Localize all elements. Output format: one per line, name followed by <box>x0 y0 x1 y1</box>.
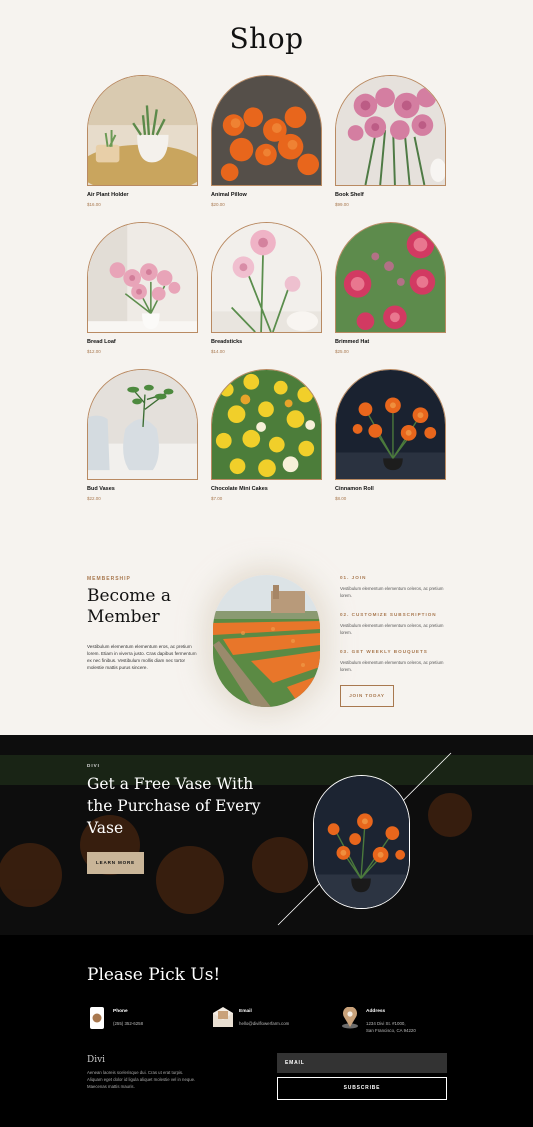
product-card-brimmed-hat[interactable]: Brimmed Hat $25.00 <box>335 222 446 354</box>
product-name[interactable]: Bud Vases <box>87 486 198 492</box>
membership-section: MEMBERSHIP Become a Member Vestibulum el… <box>0 540 533 735</box>
product-price: $20.00 <box>211 202 225 207</box>
subscribe-button[interactable]: SUBSCRIBE <box>277 1077 447 1100</box>
phone-icon <box>90 1007 104 1029</box>
membership-step-2: 02. CUSTOMIZE SUBSCRIPTION Vestibulum el… <box>340 612 450 636</box>
contact-label: Email <box>239 1009 252 1014</box>
footer-body: Aenean laoreis scelerisque dui. Cras ut … <box>87 1070 196 1089</box>
product-price: $8.00 <box>335 496 347 501</box>
step-body: Vestibulum elementum elementum celeros, … <box>340 660 444 672</box>
product-card-cinnamon-roll[interactable]: Cinnamon Roll $8.00 <box>335 369 446 501</box>
membership-title: Become a Member <box>87 586 172 627</box>
learn-more-button[interactable]: LEARN MORE <box>87 852 144 874</box>
address-line-1: 1234 Divi St. #1000, <box>366 1021 406 1026</box>
membership-step-1: 01. JOIN Vestibulum elementum elementum … <box>340 575 450 599</box>
product-name[interactable]: Cinnamon Roll <box>335 486 446 492</box>
free-vase-promo: DIVI Get a Free Vase With the Purchase o… <box>0 735 533 935</box>
join-today-button[interactable]: JOIN TODAY <box>340 685 394 707</box>
product-price: $12.00 <box>87 349 101 354</box>
product-image[interactable] <box>87 75 198 186</box>
product-image[interactable] <box>335 75 446 186</box>
product-name[interactable]: Bread Loaf <box>87 339 198 345</box>
product-name[interactable]: Breadsticks <box>211 339 322 345</box>
contact-value: 1234 Divi St. #1000, San Francisco, CA 9… <box>366 1020 416 1034</box>
product-price: $99.00 <box>335 202 349 207</box>
product-name[interactable]: Animal Pillow <box>211 192 322 198</box>
envelope-icon <box>213 1007 233 1027</box>
contact-footer: Please Pick Us! Phone (255) 352-6258 Ema… <box>0 935 533 1127</box>
product-card-bud-vases[interactable]: Bud Vases $22.00 <box>87 369 198 501</box>
product-card-book-shelf[interactable]: Book Shelf $99.00 <box>335 75 446 207</box>
product-price: $25.00 <box>335 349 349 354</box>
step-title: 03. GET WEEKLY BOUQUETS <box>340 649 428 654</box>
contact-title: Please Pick Us! <box>87 965 221 985</box>
product-name[interactable]: Book Shelf <box>335 192 446 198</box>
product-card-chocolate-mini-cakes[interactable]: Chocolate Mini Cakes $7.00 <box>211 369 322 501</box>
product-name[interactable]: Chocolate Mini Cakes <box>211 486 322 492</box>
product-card-bread-loaf[interactable]: Bread Loaf $12.00 <box>87 222 198 354</box>
step-title: 01. JOIN <box>340 575 367 580</box>
product-card-breadsticks[interactable]: Breadsticks $14.00 <box>211 222 322 354</box>
membership-eyebrow: MEMBERSHIP <box>87 576 131 582</box>
contact-label: Phone <box>113 1009 128 1014</box>
product-image[interactable] <box>87 222 198 333</box>
product-name[interactable]: Air Plant Holder <box>87 192 198 198</box>
vase-bouquet-image <box>313 775 410 909</box>
product-card-air-plant-holder[interactable]: Air Plant Holder $16.00 <box>87 75 198 207</box>
contact-label: Address <box>366 1009 386 1014</box>
flower-field-image <box>213 575 320 707</box>
product-image[interactable] <box>87 369 198 480</box>
product-price: $16.00 <box>87 202 101 207</box>
product-image[interactable] <box>335 369 446 480</box>
footer-brand: Divi <box>87 1055 106 1065</box>
product-name[interactable]: Brimmed Hat <box>335 339 446 345</box>
product-image[interactable] <box>211 369 322 480</box>
product-image[interactable] <box>211 222 322 333</box>
step-title: 02. CUSTOMIZE SUBSCRIPTION <box>340 612 437 617</box>
product-image[interactable] <box>211 75 322 186</box>
membership-step-3: 03. GET WEEKLY BOUQUETS Vestibulum eleme… <box>340 649 450 673</box>
product-price: $22.00 <box>87 496 101 501</box>
product-image[interactable] <box>335 222 446 333</box>
promo-title: Get a Free Vase With the Purchase of Eve… <box>87 775 261 837</box>
step-body: Vestibulum elementum elementum celeros, … <box>340 586 444 598</box>
contact-value[interactable]: (255) 352-6258 <box>113 1020 143 1027</box>
email-input[interactable] <box>277 1053 447 1073</box>
contact-value[interactable]: hello@diviflowerfarm.com <box>239 1020 289 1027</box>
product-price: $14.00 <box>211 349 225 354</box>
shop-title: Shop <box>229 22 304 55</box>
promo-tag: DIVI <box>87 763 100 768</box>
product-price: $7.00 <box>211 496 223 501</box>
membership-body: Vestibulum elementum elementum eros, ac … <box>87 644 197 670</box>
step-body: Vestibulum elementum elementum celeros, … <box>340 623 444 635</box>
product-card-animal-pillow[interactable]: Animal Pillow $20.00 <box>211 75 322 207</box>
map-pin-icon <box>342 1007 358 1029</box>
address-line-2: San Francisco, CA 94220 <box>366 1028 416 1033</box>
